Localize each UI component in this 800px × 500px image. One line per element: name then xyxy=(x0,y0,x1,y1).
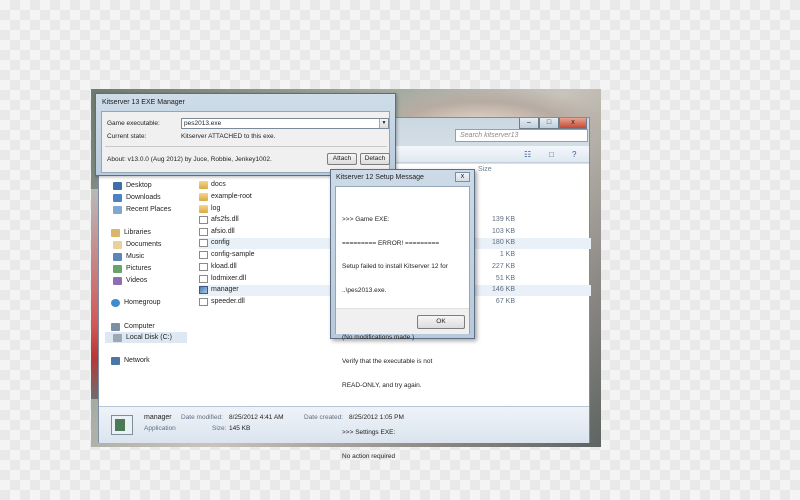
nav-item-documents[interactable]: Documents xyxy=(113,239,161,250)
game-executable-select[interactable]: pes2013.exe ▼ xyxy=(181,118,389,129)
folder-icon xyxy=(199,193,208,201)
setup-message-title: Kitserver 12 Setup Message xyxy=(336,174,424,181)
nav-item-music[interactable]: Music xyxy=(113,251,144,262)
dll-file-icon xyxy=(199,216,208,224)
current-state-label: Current state: xyxy=(107,133,147,140)
column-header-size[interactable]: Size xyxy=(478,166,492,173)
computer-icon xyxy=(111,322,120,331)
details-type: Application xyxy=(144,425,176,432)
close-icon[interactable]: x xyxy=(455,172,470,182)
nav-item-recent-places[interactable]: Recent Places xyxy=(113,204,171,215)
message-line: Setup failed to install Kitserver 12 for xyxy=(342,263,448,271)
dll-file-icon xyxy=(199,298,208,306)
message-line: Verify that the executable is not xyxy=(342,358,433,366)
close-button[interactable]: x xyxy=(559,118,587,129)
message-line: ..\pes2013.exe. xyxy=(342,286,387,294)
details-size: 145 KB xyxy=(229,425,251,432)
exe-manager-body: Game executable: pes2013.exe ▼ Current s… xyxy=(101,111,390,173)
navigation-pane: Desktop Downloads Recent Places Librarie… xyxy=(99,164,189,406)
recent-places-icon xyxy=(113,205,122,214)
folder-icon xyxy=(199,205,208,213)
current-state-value: Kitserver ATTACHED to this exe. xyxy=(181,133,276,140)
nav-item-downloads[interactable]: Downloads xyxy=(113,192,161,203)
exe-manager-title: Kitserver 13 EXE Manager xyxy=(102,99,185,106)
details-size-label: Size: xyxy=(212,425,227,432)
about-text: About: v13.0.0 (Aug 2012) by Juce, Robbi… xyxy=(107,156,272,163)
nav-item-videos[interactable]: Videos xyxy=(113,275,147,286)
application-icon xyxy=(199,286,208,294)
pictures-icon xyxy=(113,264,122,273)
nav-item-pictures[interactable]: Pictures xyxy=(113,263,151,274)
preview-pane-icon[interactable]: □ xyxy=(549,151,558,159)
application-icon xyxy=(111,415,133,435)
message-line: (No modifications made.) xyxy=(342,334,415,342)
setup-message-dialog: Kitserver 12 Setup Message x >>> Game EX… xyxy=(330,169,475,460)
downloads-icon xyxy=(113,193,122,202)
details-date-created-label: Date created: xyxy=(304,414,344,421)
nav-item-network[interactable]: Network xyxy=(111,355,150,366)
nav-item-local-disk[interactable]: Local Disk (C:) xyxy=(105,332,187,343)
message-line: >>> Game EXE: xyxy=(342,215,390,223)
search-input[interactable]: Search kitserver13 xyxy=(455,129,588,142)
divider xyxy=(105,146,387,147)
setup-message-body: >>> Game EXE: ========= ERROR! =========… xyxy=(335,186,470,460)
nav-item-homegroup[interactable]: Homegroup xyxy=(111,297,161,308)
message-line: ========= ERROR! ========= xyxy=(342,239,440,247)
message-line: No action required xyxy=(342,452,396,460)
videos-icon xyxy=(113,276,122,285)
drive-icon xyxy=(113,333,122,342)
nav-item-desktop[interactable]: Desktop xyxy=(113,180,152,191)
desktop-icon xyxy=(113,181,122,190)
setup-message-text: >>> Game EXE: ========= ERROR! =========… xyxy=(342,200,470,477)
nav-item-libraries[interactable]: Libraries xyxy=(111,227,151,238)
view-options-icon[interactable]: ☷ xyxy=(524,151,533,159)
dll-file-icon xyxy=(199,228,208,236)
exe-manager-window: Kitserver 13 EXE Manager Game executable… xyxy=(95,93,396,176)
details-date-modified-label: Date modified: xyxy=(181,414,223,421)
homegroup-icon xyxy=(111,298,120,307)
text-file-icon xyxy=(199,251,208,259)
chevron-down-icon[interactable]: ▼ xyxy=(379,119,388,128)
message-line xyxy=(342,406,470,414)
dll-file-icon xyxy=(199,263,208,271)
music-icon xyxy=(113,252,122,261)
game-executable-label: Game executable: xyxy=(107,120,160,127)
help-icon[interactable]: ? xyxy=(572,151,581,159)
message-line: READ-ONLY, and try again. xyxy=(342,381,422,389)
config-file-icon xyxy=(199,239,208,247)
detach-button[interactable]: Detach xyxy=(360,153,390,165)
dll-file-icon xyxy=(199,275,208,283)
folder-icon xyxy=(199,181,208,189)
details-date-modified: 8/25/2012 4:41 AM xyxy=(229,414,284,421)
minimize-button[interactable]: – xyxy=(519,118,539,129)
setup-message-footer: OK xyxy=(336,308,469,334)
details-name: manager xyxy=(144,414,172,421)
attach-button[interactable]: Attach xyxy=(327,153,357,165)
ok-button[interactable]: OK xyxy=(417,315,465,329)
maximize-button[interactable]: □ xyxy=(539,118,559,129)
libraries-icon xyxy=(111,228,120,237)
message-line: >>> Settings EXE: xyxy=(342,429,396,437)
network-icon xyxy=(111,356,120,365)
documents-icon xyxy=(113,240,122,249)
nav-item-computer[interactable]: Computer xyxy=(111,321,155,332)
